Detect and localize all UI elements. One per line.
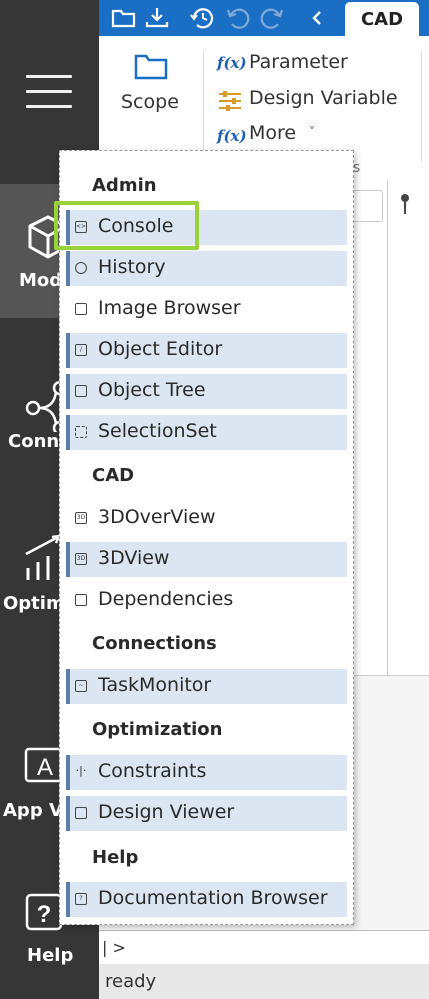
panels-dropdown-menu: Admin <> Console History Image Browser /…	[59, 150, 354, 925]
ribbon-divider	[421, 50, 422, 162]
edit-icon: /	[75, 344, 87, 356]
menu-item-label: History	[98, 256, 166, 278]
3d-icon: 3D	[75, 553, 87, 565]
history-icon	[75, 262, 87, 274]
menu-item-selectionset[interactable]: SelectionSet	[66, 415, 347, 450]
sidebar-item-label: Optim	[3, 593, 65, 614]
svg-text:?: ?	[37, 901, 52, 928]
menu-heading-help: Help	[92, 847, 139, 868]
focus-highlight-box	[54, 201, 199, 250]
status-bar: ready	[99, 964, 429, 999]
menu-item-documentation-browser[interactable]: ? Documentation Browser	[66, 882, 347, 917]
constraints-icon: ·|·	[75, 764, 87, 777]
menu-item-label: Constraints	[98, 760, 207, 782]
sidebar-item-label: Conn	[8, 431, 60, 452]
documentation-icon: ?	[75, 893, 87, 905]
menu-heading-admin: Admin	[92, 175, 157, 196]
menu-heading-cad: CAD	[92, 465, 135, 486]
menu-item-3doverview[interactable]: 3D 3DOverView	[66, 501, 347, 536]
menu-item-label: Dependencies	[98, 588, 234, 610]
ribbon-divider	[203, 50, 204, 162]
connections-icon	[25, 380, 64, 432]
dependencies-icon	[75, 594, 87, 606]
folder-icon[interactable]	[111, 6, 137, 30]
scope-button[interactable]: Scope	[121, 91, 179, 113]
menu-item-label: Object Tree	[98, 379, 206, 401]
more-button[interactable]: More	[249, 122, 296, 144]
design-variable-icon	[219, 91, 241, 111]
console-prompt: | >	[102, 938, 126, 957]
menu-item-object-tree[interactable]: Object Tree	[66, 374, 347, 409]
ribbon-group-label: s	[353, 160, 361, 176]
menu-heading-connections: Connections	[92, 633, 217, 654]
menu-heading-optimization: Optimization	[92, 719, 223, 740]
parameter-button[interactable]: Parameter	[249, 51, 348, 73]
menu-item-image-browser[interactable]: Image Browser	[66, 292, 347, 327]
scope-folder-icon	[134, 54, 168, 80]
redo-icon[interactable]	[259, 6, 285, 30]
chevron-down-icon: ˅	[309, 125, 315, 139]
pin-icon[interactable]	[399, 193, 411, 215]
undo-icon[interactable]	[225, 6, 251, 30]
menu-item-label: Image Browser	[98, 297, 241, 319]
hamburger-menu-icon[interactable]	[26, 75, 73, 109]
menu-item-label: SelectionSet	[98, 420, 217, 442]
history-icon[interactable]	[189, 6, 215, 30]
menu-item-label: TaskMonitor	[98, 674, 212, 696]
selection-icon	[75, 426, 87, 438]
menu-item-label: Documentation Browser	[98, 887, 328, 909]
menu-item-label: 3DOverView	[98, 506, 216, 528]
menu-item-label: Design Viewer	[98, 801, 235, 823]
optimization-chart-icon	[25, 534, 62, 580]
3d-icon: 3D	[75, 512, 87, 524]
menu-item-constraints[interactable]: ·|· Constraints	[66, 755, 347, 790]
menu-item-dependencies[interactable]: Dependencies	[66, 583, 347, 618]
menu-item-label: 3DView	[98, 547, 170, 569]
menu-item-object-editor[interactable]: / Object Editor	[66, 333, 347, 368]
chevron-left-icon[interactable]	[305, 6, 331, 30]
menu-item-3dview[interactable]: 3D 3DView	[66, 542, 347, 577]
menu-item-history[interactable]: History	[66, 251, 347, 286]
monitor-icon: ~	[75, 680, 87, 692]
design-viewer-icon	[75, 807, 87, 819]
image-icon	[75, 303, 87, 315]
tab-cad[interactable]: CAD	[345, 2, 419, 36]
svg-text:A: A	[37, 754, 53, 781]
console-input[interactable]: | >	[99, 930, 429, 965]
panel-divider	[387, 180, 388, 675]
status-text: ready	[105, 971, 157, 992]
tree-icon	[75, 385, 87, 397]
download-icon[interactable]	[144, 6, 170, 30]
sidebar-item-label: Help	[27, 945, 74, 966]
fx-icon: f(x)	[217, 127, 247, 145]
sidebar-item-label: App V	[3, 800, 63, 821]
sidebar-item-label: Mod	[19, 270, 63, 291]
design-variable-button[interactable]: Design Variable	[249, 87, 398, 109]
menu-item-design-viewer[interactable]: Design Viewer	[66, 796, 347, 831]
fx-icon: f(x)	[217, 54, 247, 72]
menu-item-label: Object Editor	[98, 338, 223, 360]
menu-item-taskmonitor[interactable]: ~ TaskMonitor	[66, 669, 347, 704]
